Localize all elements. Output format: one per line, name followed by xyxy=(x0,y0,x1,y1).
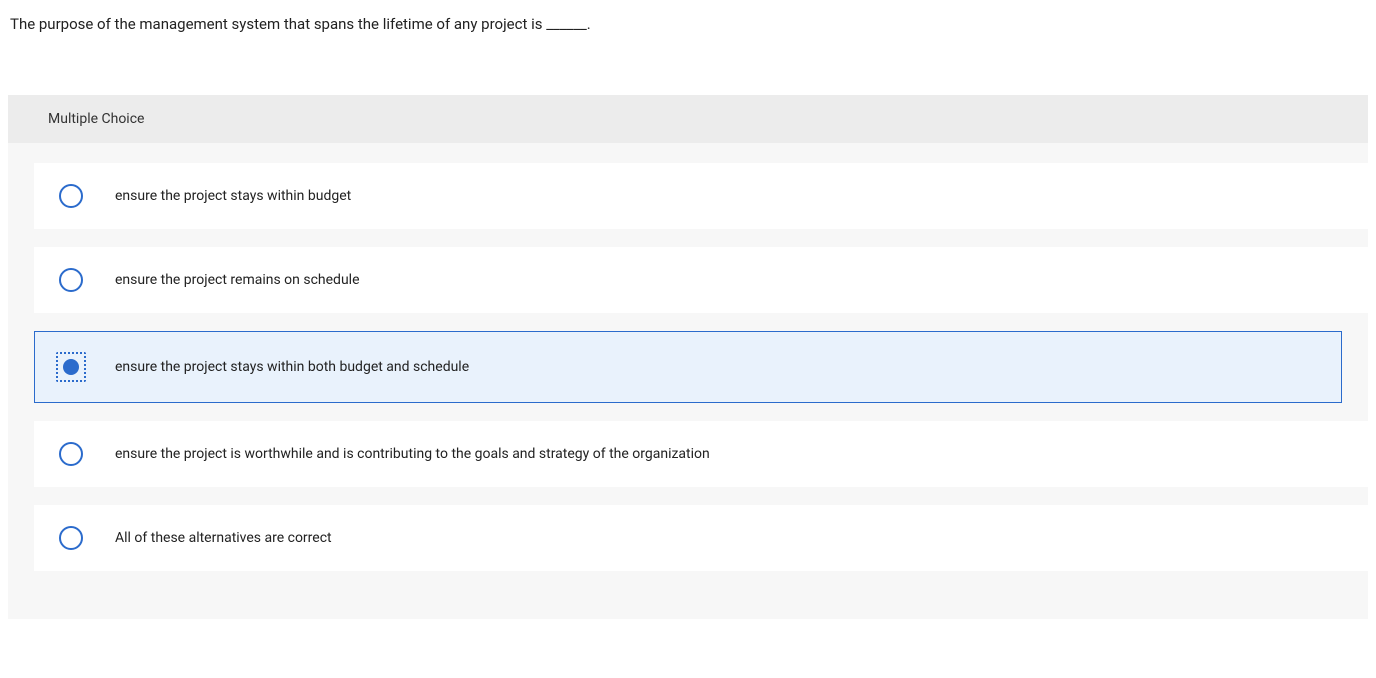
radio-icon xyxy=(59,442,83,466)
option-label: ensure the project stays within budget xyxy=(115,188,351,204)
radio-inner-icon xyxy=(63,359,79,375)
radio-icon xyxy=(59,268,83,292)
question-text: The purpose of the management system tha… xyxy=(0,0,1376,45)
options-list: ensure the project stays within budget e… xyxy=(8,143,1368,571)
option-label: All of these alternatives are correct xyxy=(115,530,332,546)
option-label: ensure the project stays within both bud… xyxy=(115,359,469,375)
section-header: Multiple Choice xyxy=(8,95,1368,143)
radio-icon xyxy=(56,352,86,382)
option-4[interactable]: ensure the project is worthwhile and is … xyxy=(34,421,1368,487)
option-1[interactable]: ensure the project stays within budget xyxy=(34,163,1368,229)
option-5[interactable]: All of these alternatives are correct xyxy=(34,505,1368,571)
option-2[interactable]: ensure the project remains on schedule xyxy=(34,247,1368,313)
quiz-container: Multiple Choice ensure the project stays… xyxy=(8,95,1368,619)
radio-icon xyxy=(59,526,83,550)
option-label: ensure the project is worthwhile and is … xyxy=(115,446,710,462)
radio-icon xyxy=(59,184,83,208)
option-label: ensure the project remains on schedule xyxy=(115,272,360,288)
option-3[interactable]: ensure the project stays within both bud… xyxy=(34,331,1342,403)
